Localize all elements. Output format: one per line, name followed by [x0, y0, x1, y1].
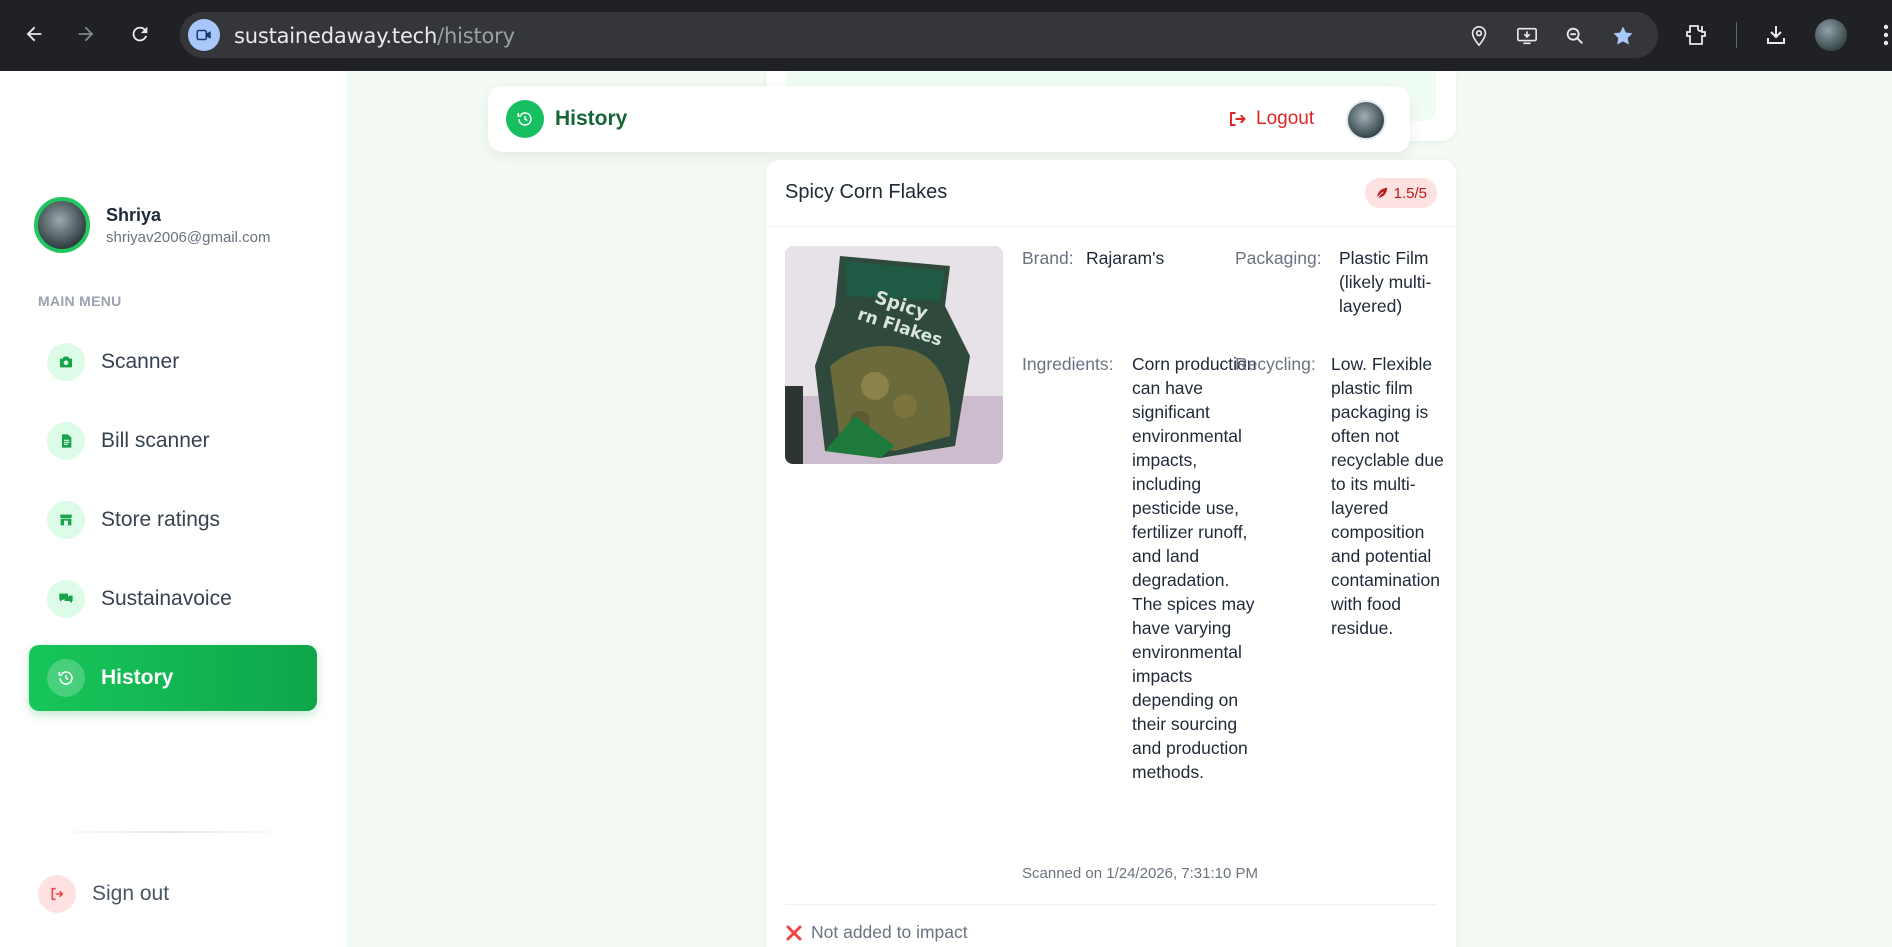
user-profile: Shriya shriyav2006@gmail.com: [34, 197, 270, 253]
install-app-icon[interactable]: [1512, 21, 1542, 51]
user-email: shriyav2006@gmail.com: [106, 228, 271, 246]
sidebar-item-history[interactable]: History: [29, 645, 317, 711]
product-image[interactable]: Spicy rn Flakes: [785, 246, 1003, 464]
sign-out-icon: [38, 875, 76, 913]
ingredients-value: Corn production can have significant env…: [1132, 354, 1257, 782]
eco-score-value: 1.5/5: [1393, 184, 1427, 202]
camera-icon: [47, 343, 85, 381]
avatar: [34, 197, 90, 253]
sign-out-label: Sign out: [92, 882, 170, 905]
sidebar-item-store-ratings[interactable]: Store ratings: [29, 487, 317, 553]
back-icon[interactable]: [17, 17, 51, 51]
packaging-value: Plastic Film (likely multi-layered): [1339, 248, 1432, 316]
menu-dots-icon[interactable]: [1869, 18, 1892, 52]
sidebar-item-scanner[interactable]: Scanner: [29, 329, 317, 395]
ingredients-label: Ingredients:: [1022, 354, 1114, 374]
menu-heading: MAIN MENU: [38, 293, 122, 309]
browser-profile-avatar[interactable]: [1815, 19, 1847, 51]
site-info-icon[interactable]: [188, 19, 220, 51]
packaging-label: Packaging:: [1235, 248, 1322, 268]
sidebar-item-label: Sustainavoice: [101, 587, 232, 610]
sidebar: Shriya shriyav2006@gmail.com MAIN MENU S…: [0, 71, 346, 947]
reload-icon[interactable]: [123, 17, 157, 51]
history-card: Spicy Corn Flakes 1.5/5 Spicy rn Flakes …: [766, 160, 1456, 947]
recycling-value: Low. Flexible plastic film packaging is …: [1331, 354, 1444, 638]
sidebar-item-label: History: [101, 666, 174, 689]
history-icon: [506, 100, 544, 138]
sidebar-item-label: Bill scanner: [101, 429, 210, 452]
avatar[interactable]: [1346, 100, 1386, 140]
sidebar-item-label: Scanner: [101, 350, 180, 373]
sidebar-item-sustainavoice[interactable]: Sustainavoice: [29, 566, 317, 632]
eco-score-badge: 1.5/5: [1364, 178, 1437, 208]
sign-out-button[interactable]: Sign out: [38, 875, 169, 913]
extensions-icon[interactable]: [1680, 18, 1714, 52]
close-icon: [786, 925, 802, 940]
history-icon: [47, 659, 85, 697]
logout-label: Logout: [1256, 108, 1315, 129]
divider: [766, 226, 1456, 227]
logout-button[interactable]: Logout: [1228, 108, 1314, 130]
page-header: History Logout: [488, 86, 1410, 152]
brand-value: Rajaram's: [1086, 248, 1165, 268]
address-bar[interactable]: sustainedaway.tech/history: [180, 12, 1658, 58]
browser-toolbar: sustainedaway.tech/history: [0, 0, 1892, 71]
scanned-timestamp: Scanned on 1/24/2026, 7:31:10 PM: [1022, 865, 1259, 882]
leaf-icon: [1376, 187, 1387, 198]
user-name: Shriya: [106, 204, 162, 225]
divider: [785, 904, 1437, 905]
page-title: History: [555, 107, 628, 130]
url-text: sustainedaway.tech/history: [234, 24, 515, 48]
toolbar-divider: [1736, 22, 1737, 48]
forward-icon[interactable]: [69, 17, 103, 51]
zoom-icon[interactable]: [1560, 21, 1590, 51]
sidebar-item-label: Store ratings: [101, 508, 221, 531]
product-title: Spicy Corn Flakes: [785, 181, 948, 203]
logout-icon: [1230, 112, 1246, 126]
sidebar-divider: [46, 831, 296, 833]
location-icon[interactable]: [1464, 21, 1494, 51]
impact-status: Not added to impact: [785, 922, 968, 943]
brand-label: Brand:: [1022, 248, 1074, 268]
chat-icon: [47, 580, 85, 618]
receipt-icon: [47, 422, 85, 460]
store-icon: [47, 501, 85, 539]
download-icon[interactable]: [1759, 18, 1793, 52]
sidebar-item-bill-scanner[interactable]: Bill scanner: [29, 408, 317, 474]
recycling-label: Recycling:: [1235, 354, 1316, 374]
impact-status-label: Not added to impact: [811, 922, 968, 942]
bookmark-star-icon[interactable]: [1608, 21, 1638, 51]
